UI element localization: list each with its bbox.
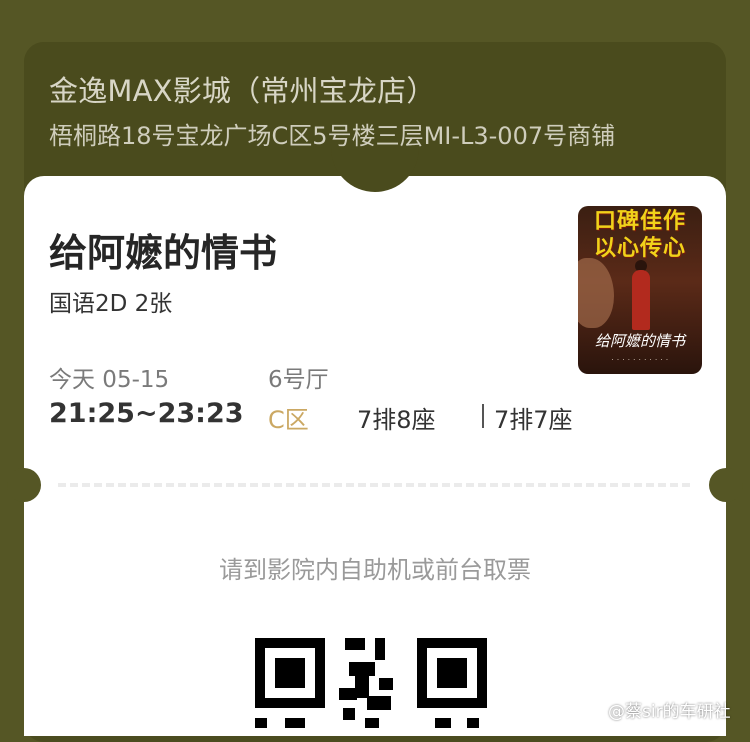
- qr-module: [367, 696, 391, 710]
- poster-slogan-line2: 以心传心: [593, 235, 686, 261]
- ticket-left-notch: [7, 468, 41, 502]
- pickup-instruction: 请到影院内自助机或前台取票: [219, 556, 531, 584]
- qr-module: [343, 708, 355, 720]
- watermark-text: @蔡sir的车研社: [608, 702, 731, 722]
- cinema-name[interactable]: 金逸MAX影城（常州宝龙店）: [49, 68, 436, 110]
- qr-finder-right: [417, 638, 487, 708]
- qr-module: [435, 718, 451, 728]
- seat-1: 7排8座: [357, 406, 436, 434]
- hall-number: 6号厅: [268, 367, 329, 393]
- poster-face-art: [578, 258, 614, 328]
- qr-module: [365, 718, 379, 728]
- watermark: @蔡sir的车研社: [584, 697, 731, 722]
- ticket-right-notch: [709, 468, 743, 502]
- cinema-address[interactable]: 梧桐路18号宝龙广场C区5号楼三层MI-L3-007号商铺: [49, 116, 615, 151]
- poster-slogan: 口碑佳作 以心传心: [578, 208, 702, 262]
- seat-2: 7排7座: [494, 406, 573, 434]
- weibo-icon: [584, 701, 606, 719]
- poster-slogan-line1: 口碑佳作: [593, 208, 686, 234]
- movie-format: 国语2D 2张: [49, 291, 173, 317]
- qr-finder-left: [255, 638, 325, 708]
- seat-zone: C区: [268, 406, 309, 434]
- movie-poster[interactable]: 口碑佳作 以心传心 给阿嬷的情书 · · · · · · · · · · ·: [578, 206, 702, 374]
- qr-module: [375, 638, 385, 660]
- poster-figure-art: [632, 270, 650, 330]
- ticket-tear-line: [58, 483, 690, 487]
- movie-title: 给阿嬷的情书: [49, 231, 278, 275]
- qr-module: [255, 718, 267, 728]
- qr-module: [355, 674, 369, 698]
- qr-module: [285, 718, 305, 728]
- ticket-qr-code[interactable]: [255, 638, 487, 728]
- show-date: 今天 05-15: [49, 367, 170, 393]
- poster-fine-print: · · · · · · · · · · ·: [611, 356, 669, 364]
- qr-module: [467, 718, 479, 728]
- poster-title: 给阿嬷的情书: [594, 332, 685, 350]
- show-time: 21:25~23:23: [49, 398, 244, 429]
- seat-separator: [482, 404, 484, 428]
- qr-module: [345, 638, 365, 650]
- qr-module: [379, 678, 393, 690]
- qr-module: [339, 688, 357, 700]
